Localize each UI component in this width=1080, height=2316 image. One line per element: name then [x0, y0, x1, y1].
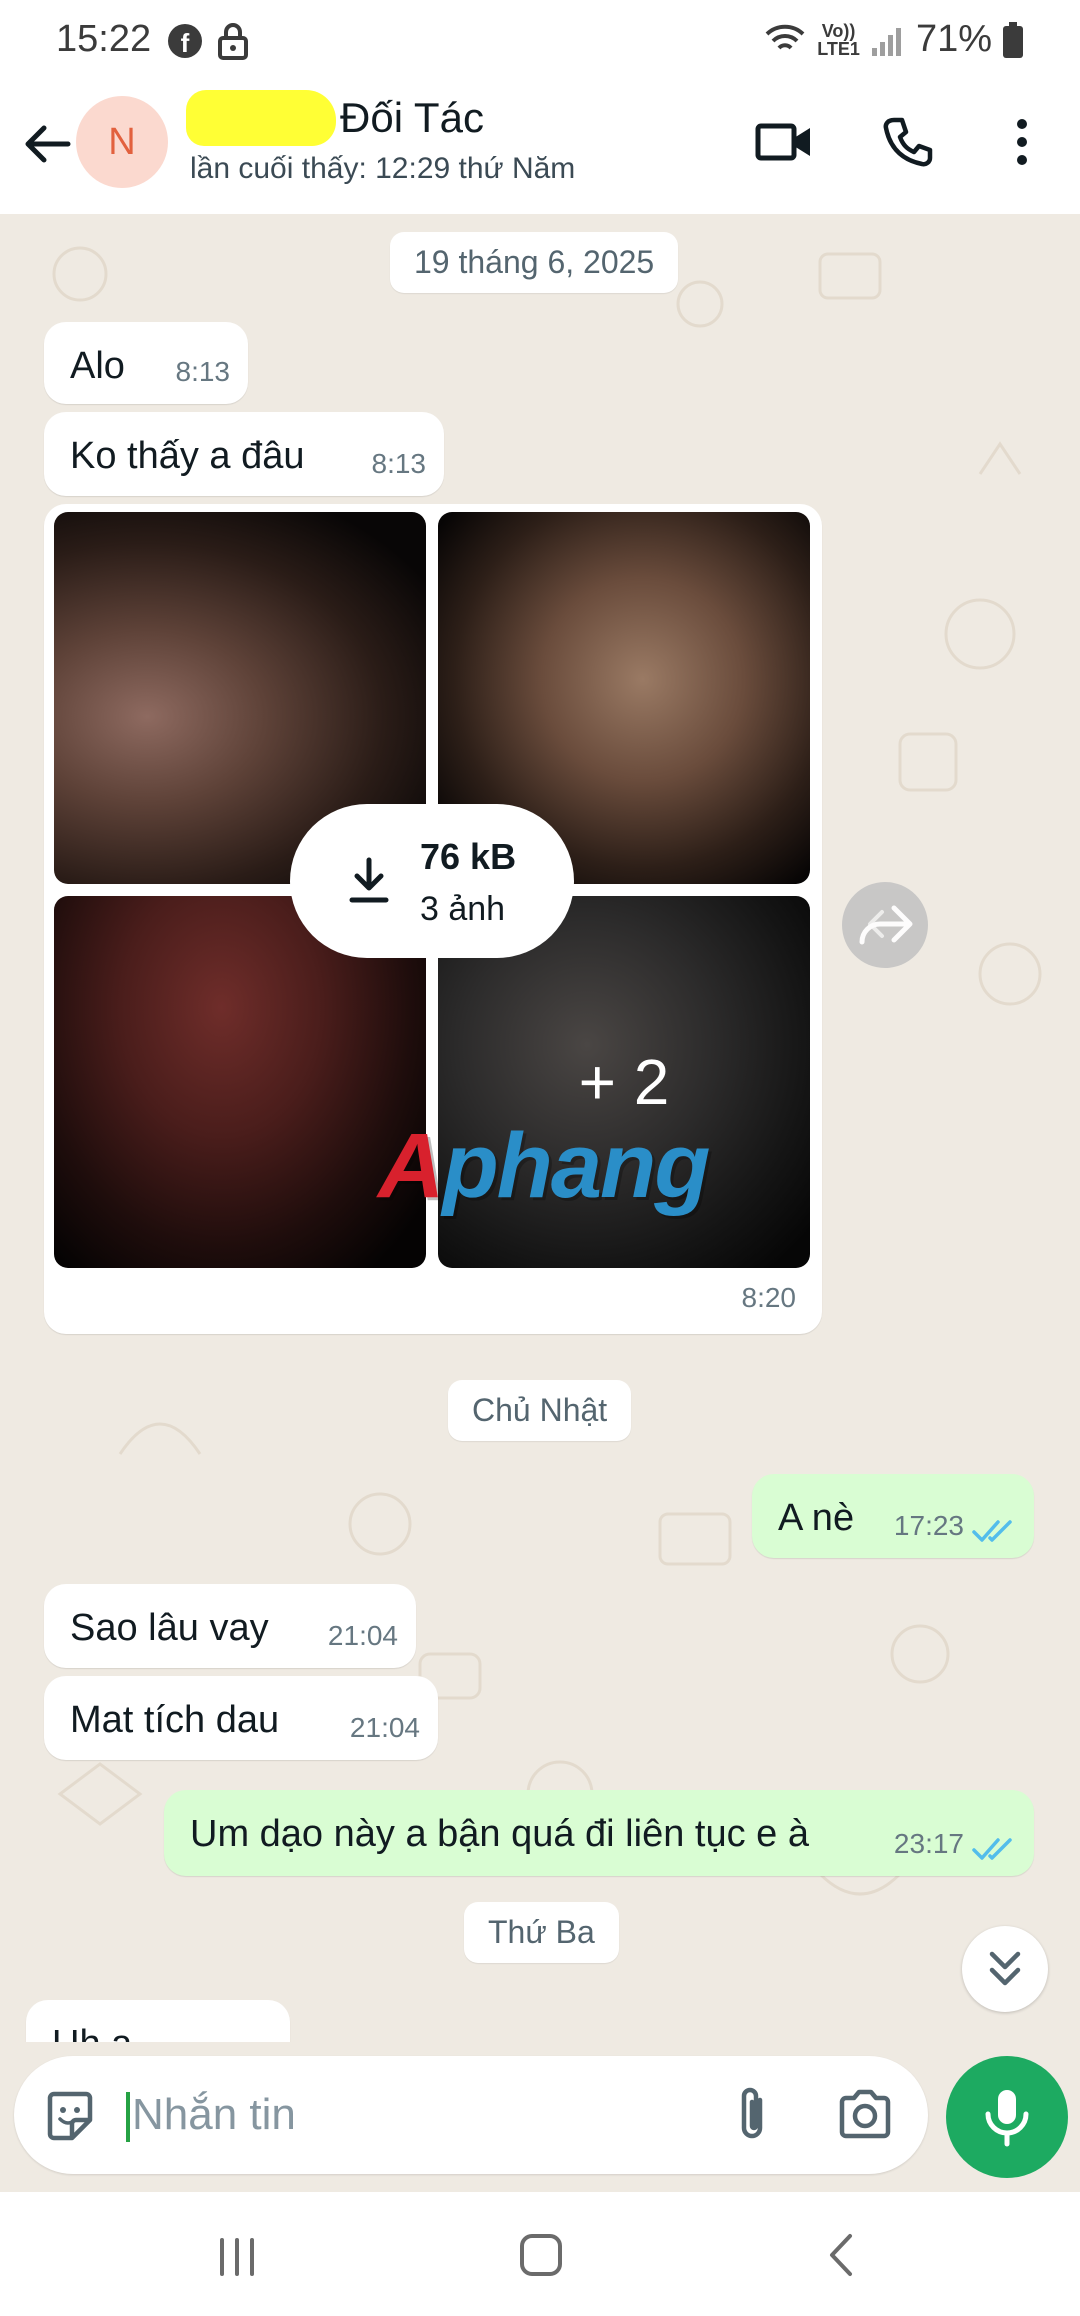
recent-apps-icon[interactable]	[212, 2232, 262, 2282]
last-seen-status: lần cuối thấy: 12:29 thứ Năm	[190, 152, 576, 185]
message-time: 8:13	[371, 448, 427, 479]
contact-name[interactable]: Đối Tác	[340, 94, 484, 142]
double-check-icon	[972, 1520, 1012, 1542]
battery-icon	[1003, 21, 1023, 58]
watermark-first-letter: A	[378, 1115, 444, 1217]
lock-icon	[218, 23, 248, 60]
video-call-icon[interactable]	[754, 114, 814, 170]
forward-button[interactable]	[842, 882, 928, 968]
scroll-to-bottom-button[interactable]	[962, 1926, 1048, 2012]
message-composer	[14, 2056, 928, 2174]
chat-area[interactable]: 19 tháng 6, 2025 Alo 8:13 Ko thấy a đâu …	[0, 214, 1080, 2042]
system-navigation-bar	[0, 2192, 1080, 2316]
message-text: Mat tích dau	[70, 1699, 280, 1741]
name-redaction-highlight	[186, 90, 336, 146]
message-time: 17:23	[893, 1510, 964, 1541]
chat-header: N Đối Tác lần cuối thấy: 12:29 thứ Năm	[0, 84, 1080, 214]
double-check-icon	[972, 1838, 1012, 1860]
more-menu-icon[interactable]	[1000, 114, 1044, 170]
date-chip: Thứ Ba	[464, 1902, 619, 1963]
mic-icon	[985, 2090, 1029, 2147]
message-bubble-outgoing[interactable]: A nè 17:23	[752, 1474, 1034, 1558]
attach-icon[interactable]	[728, 2084, 776, 2146]
watermark-rest: phang	[442, 1115, 710, 1217]
download-icon	[349, 857, 389, 903]
message-text: Um dạo này a bận quá đi liên tục e à	[190, 1813, 809, 1855]
message-text: A nè	[778, 1497, 855, 1539]
message-input[interactable]	[132, 2082, 692, 2148]
message-time: 21:04	[349, 1712, 420, 1743]
message-time: 23:17	[893, 1828, 964, 1859]
message-text: Uh a	[52, 2020, 132, 2042]
voice-call-icon[interactable]	[880, 114, 936, 170]
sticker-icon[interactable]	[42, 2088, 98, 2144]
message-bubble-incoming[interactable]: Uh a	[26, 2000, 290, 2042]
text-caret	[126, 2092, 130, 2142]
facebook-notification-icon: f	[168, 24, 202, 58]
message-text: Ko thấy a đâu	[70, 435, 305, 477]
message-bubble-incoming[interactable]: Alo 8:13	[44, 322, 248, 404]
message-time: 21:04	[327, 1620, 398, 1651]
message-time: 8:13	[175, 356, 231, 387]
back-arrow-icon[interactable]	[18, 114, 78, 174]
avatar[interactable]: N	[76, 96, 168, 188]
network-volte: Vo))	[821, 20, 856, 41]
message-text: Sao lâu vay	[70, 1607, 269, 1649]
chevrons-down-icon	[989, 1951, 1021, 1986]
signal-icon	[871, 27, 901, 56]
status-time: 15:22	[56, 18, 152, 60]
back-nav-icon[interactable]	[822, 2230, 862, 2280]
message-bubble-incoming[interactable]: Ko thấy a đâu 8:13	[44, 412, 444, 496]
message-bubble-outgoing[interactable]: Um dạo này a bận quá đi liên tục e à 23:…	[164, 1790, 1034, 1876]
network-lte: LTE1	[817, 38, 860, 59]
battery-percent: 71%	[915, 18, 992, 60]
status-bar: 15:22 f Vo)) LTE1 71%	[0, 0, 1080, 84]
camera-icon[interactable]	[836, 2086, 894, 2142]
message-bubble-incoming[interactable]: Sao lâu vay 21:04	[44, 1584, 416, 1668]
status-right: Vo)) LTE1 71%	[763, 18, 1024, 61]
image-count: 3 ảnh	[420, 890, 506, 928]
date-chip: 19 tháng 6, 2025	[390, 232, 679, 293]
watermark-logo: Aphang	[378, 1114, 710, 1219]
date-chip: Chủ Nhật	[448, 1380, 632, 1441]
wifi-icon	[765, 24, 805, 50]
message-text: Alo	[70, 345, 125, 387]
download-size: 76 kB	[420, 836, 517, 877]
download-button[interactable]: 76 kB 3 ảnh	[290, 804, 574, 958]
voice-message-button[interactable]	[946, 2056, 1068, 2178]
home-icon[interactable]	[516, 2230, 566, 2280]
forward-icon	[859, 905, 913, 945]
message-bubble-incoming[interactable]: Mat tích dau 21:04	[44, 1676, 438, 1760]
network-type: Vo)) LTE1	[817, 22, 860, 58]
message-time: 8:20	[741, 1282, 797, 1313]
